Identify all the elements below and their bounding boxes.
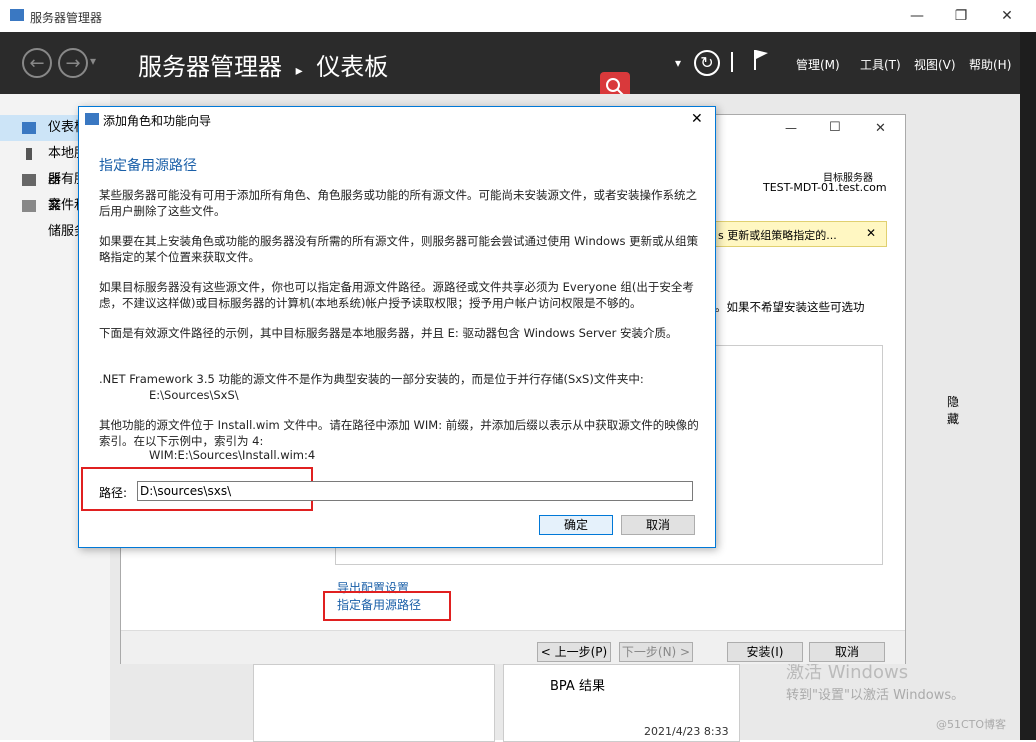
restore-button[interactable]: ❐ [946,6,976,26]
forward-button[interactable]: → [58,48,88,78]
dialog-heading: 指定备用源路径 [99,158,197,174]
wizard-maximize-button[interactable]: ☐ [829,120,841,135]
flag-icon[interactable] [753,48,769,72]
alt-source-link[interactable]: 指定备用源路径 [337,596,421,613]
breadcrumb-separator-icon: ▸ [295,63,303,79]
bpa-label: BPA 结果 [550,679,605,694]
dialog-para-6: 其他功能的源文件位于 Install.wim 文件中。请在路径中添加 WIM: … [99,418,699,448]
path-label: 路径: [99,486,128,500]
wizard-minimize-button[interactable]: — [785,121,797,135]
example-path-sxs: E:\Sources\SxS\ [149,388,239,402]
window-titlebar: 服务器管理器 — ❐ ✕ [0,0,1036,33]
wizard-close-button[interactable]: ✕ [875,121,886,136]
site-watermark: @51CTO博客 [936,718,1007,731]
dialog-para-2: 如果要在其上安装角色或功能的服务器没有所需的所有源文件，则服务器可能会尝试通过使… [99,234,699,264]
dialog-close-button[interactable]: ✕ [691,111,703,127]
servers-icon [22,174,36,186]
next-button[interactable]: 下一步(N) > [619,642,693,662]
dialog-title: 添加角色和功能向导 [103,114,212,128]
menu-view[interactable]: 视图(V) [914,56,956,73]
breadcrumb-app: 服务器管理器 [138,53,282,81]
prev-button[interactable]: < 上一步(P) [537,642,611,662]
ok-button[interactable]: 确定 [539,515,613,535]
app-icon [10,9,24,21]
right-edge [1020,32,1036,740]
alt-source-dialog: 添加角色和功能向导 ✕ 指定备用源路径 某些服务器可能没有可用于添加所有角色、角… [78,106,716,548]
refresh-icon[interactable]: ↻ [694,50,720,76]
tile-bpa: BPA 结果 2021/4/23 8:33 [503,664,740,742]
notification-dropdown-icon[interactable]: ▾ [675,56,681,70]
close-button[interactable]: ✕ [992,6,1022,26]
dialog-para-5: .NET Framework 3.5 功能的源文件不是作为典型安装的一部分安装的… [99,372,644,386]
notice-close-icon[interactable]: ✕ [866,226,876,240]
example-path-wim: WIM:E:\Sources\Install.wim:4 [149,448,316,462]
timestamp: 2021/4/23 8:33 [644,725,729,738]
dialog-para-1: 某些服务器可能没有可用于添加所有角色、角色服务或功能的所有源文件。可能尚未安装源… [99,188,697,218]
dialog-cancel-button[interactable]: 取消 [621,515,695,535]
notice-banner: s 更新或组策略指定的... ✕ [715,221,887,247]
menu-help[interactable]: 帮助(H) [969,56,1011,73]
header-divider [731,52,733,72]
install-button[interactable]: 安装(I) [727,642,803,662]
breadcrumb: 服务器管理器 ▸ 仪表板 [138,47,388,82]
minimize-button[interactable]: — [902,6,932,26]
tile-left [253,664,495,742]
wizard-cancel-button[interactable]: 取消 [809,642,885,662]
window-title: 服务器管理器 [30,11,103,25]
optional-features-text: 。如果不希望安装这些可选功 [715,300,865,314]
wizard-footer: < 上一步(P) 下一步(N) > 安装(I) 取消 [121,630,905,664]
notice-text: s 更新或组策略指定的... [718,229,837,242]
hide-link[interactable]: 隐藏 [947,393,959,427]
wizard-app-icon [85,113,99,125]
dashboard-icon [22,122,36,134]
app-header: ← → ▾ 服务器管理器 ▸ 仪表板 ▾ ↻ 管理(M) 工具(T) 视图(V)… [0,32,1036,94]
dialog-para-3: 如果目标服务器没有这些源文件，你也可以指定备用源文件路径。源路径或文件共享必须为… [99,280,694,310]
storage-icon [22,200,36,212]
menu-tools[interactable]: 工具(T) [860,56,901,73]
menu-manage[interactable]: 管理(M) [796,56,840,73]
breadcrumb-page: 仪表板 [316,53,389,81]
history-dropdown-icon[interactable]: ▾ [90,54,96,68]
activate-text: 转到"设置"以激活 Windows。 [786,688,965,703]
back-button[interactable]: ← [22,48,52,78]
server-icon [26,148,32,160]
dialog-para-4: 下面是有效源文件路径的示例，其中目标服务器是本地服务器，并且 E: 驱动器包含 … [99,326,678,340]
path-input[interactable] [137,481,693,501]
target-server-name: TEST-MDT-01.test.com [763,181,887,194]
